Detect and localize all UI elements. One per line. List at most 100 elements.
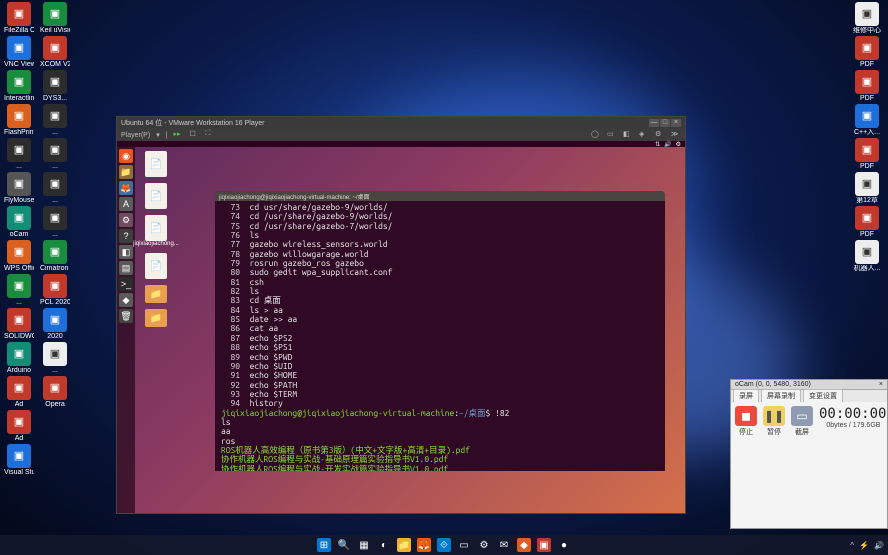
- ocam-stop-button[interactable]: ◼ 停止: [735, 406, 757, 437]
- ubuntu-terminal[interactable]: jiqixiaojiachong@jiqixiaojiachong-virtua…: [215, 191, 665, 471]
- vmware-close-button[interactable]: ×: [671, 119, 681, 127]
- desktop-icon[interactable]: ▣PDF: [852, 70, 882, 102]
- desktop-icon[interactable]: ▣...: [40, 138, 70, 170]
- vmware-snapshot-icon[interactable]: ☐: [190, 130, 200, 140]
- desktop-icon[interactable]: ▣...: [40, 206, 70, 238]
- taskbar-widgets-icon[interactable]: ◐: [377, 538, 391, 552]
- desktop-icon[interactable]: ▣...: [40, 172, 70, 204]
- desktop-icon[interactable]: ▣机器人...: [852, 240, 882, 272]
- taskbar-app-icon[interactable]: ◆: [517, 538, 531, 552]
- vmware-device-icon[interactable]: ◯: [591, 130, 601, 140]
- launcher-trash-icon[interactable]: 🗑: [119, 309, 133, 323]
- desktop-icon[interactable]: ▣WPS Office: [4, 240, 34, 272]
- desktop-icon[interactable]: ▣...: [4, 274, 34, 306]
- desktop-icon[interactable]: ▣VNC Viewer: [4, 36, 34, 68]
- launcher-app-icon[interactable]: ◆: [119, 293, 133, 307]
- desktop-icon[interactable]: ▣...: [40, 104, 70, 136]
- vmware-device-icon[interactable]: ◈: [639, 130, 649, 140]
- taskbar-app-icon[interactable]: ✉: [497, 538, 511, 552]
- taskbar-vscode-icon[interactable]: ⟐: [437, 538, 451, 552]
- desktop-icon[interactable]: ▣Opera: [40, 376, 70, 408]
- ocam-close-button[interactable]: ×: [879, 381, 883, 388]
- vmware-min-button[interactable]: —: [649, 119, 659, 127]
- windows-taskbar: ⊞ 🔍 ▦ ◐ 📁 🦊 ⟐ ▭ ⚙ ✉ ◆ ▣ ● ^ ⚡ 🔊: [0, 535, 888, 555]
- vmware-device-icon[interactable]: ⚙: [655, 130, 665, 140]
- desktop-icon[interactable]: ▣第12章: [852, 172, 882, 204]
- ubuntu-desktop-file[interactable]: 📄jiqixiaojiachong...: [139, 215, 173, 247]
- ocam-pause-button[interactable]: ❚❚ 暂停: [763, 406, 785, 437]
- desktop-icon[interactable]: ▣SOLIDWORKS: [4, 308, 34, 340]
- ocam-tab-record[interactable]: 录屏: [733, 389, 759, 402]
- desktop-icon[interactable]: ▣PDF: [852, 36, 882, 68]
- vmware-device-icon[interactable]: ▭: [607, 130, 617, 140]
- vmware-fullscreen-icon[interactable]: ⛶: [206, 130, 216, 140]
- desktop-icon[interactable]: ▣C++入...: [852, 104, 882, 136]
- tray-volume-icon[interactable]: 🔊: [874, 541, 884, 550]
- desktop-icon[interactable]: ▣...: [40, 342, 70, 374]
- desktop-icon[interactable]: ▣Visual Studio Code: [4, 444, 34, 476]
- taskbar-app-icon[interactable]: ⚙: [477, 538, 491, 552]
- taskbar-taskview-icon[interactable]: ▦: [357, 538, 371, 552]
- ubuntu-desktop-file[interactable]: 📁: [139, 309, 173, 327]
- desktop-icon[interactable]: ▣oCam: [4, 206, 34, 238]
- desktop-icon[interactable]: ▣Cimatron 2020: [40, 240, 70, 272]
- desktop-icon[interactable]: ▣PDF: [852, 138, 882, 170]
- launcher-software-icon[interactable]: A: [119, 197, 133, 211]
- taskbar-start-button[interactable]: ⊞: [317, 538, 331, 552]
- taskbar-tray[interactable]: ^ ⚡ 🔊: [850, 541, 884, 550]
- vmware-device-icon[interactable]: ≫: [671, 130, 681, 140]
- taskbar-app-icon[interactable]: ▭: [457, 538, 471, 552]
- launcher-app-icon[interactable]: ▤: [119, 261, 133, 275]
- taskbar-vmware-icon[interactable]: ▣: [537, 538, 551, 552]
- desktop-icon[interactable]: ▣PCL 2020: [40, 274, 70, 306]
- ubuntu-topbar[interactable]: ⇅ 🔊 ⚙: [117, 141, 685, 147]
- vmware-titlebar[interactable]: Ubuntu 64 位 - VMware Workstation 16 Play…: [117, 117, 685, 129]
- taskbar-search-icon[interactable]: 🔍: [337, 538, 351, 552]
- desktop-icon[interactable]: ▣PDF: [852, 206, 882, 238]
- desktop-icon[interactable]: ▣XCOM V2.2.exe: [40, 36, 70, 68]
- launcher-help-icon[interactable]: ?: [119, 229, 133, 243]
- ubuntu-indicator-network-icon[interactable]: ⇅: [655, 141, 660, 148]
- vmware-player-menu[interactable]: Player(P): [121, 132, 150, 139]
- terminal-titlebar[interactable]: jiqixiaojiachong@jiqixiaojiachong-virtua…: [215, 191, 665, 201]
- tray-wifi-icon[interactable]: ⚡: [859, 541, 869, 550]
- launcher-firefox-icon[interactable]: 🦊: [119, 181, 133, 195]
- ocam-tab-screen[interactable]: 屏幕录制: [761, 389, 801, 402]
- launcher-files-icon[interactable]: 📁: [119, 165, 133, 179]
- vmware-play-icon[interactable]: ▸▸: [174, 130, 184, 140]
- desktop-icon[interactable]: ▣FlyMouse: [4, 172, 34, 204]
- desktop-icon[interactable]: ▣Arduino: [4, 342, 34, 374]
- vmware-device-icon[interactable]: ◧: [623, 130, 633, 140]
- desktop-icon[interactable]: ▣DYS3...: [40, 70, 70, 102]
- launcher-dash-icon[interactable]: ◉: [119, 149, 133, 163]
- ubuntu-desktop-file[interactable]: 📄: [139, 253, 173, 279]
- taskbar-explorer-icon[interactable]: 📁: [397, 538, 411, 552]
- app-icon: ▣: [43, 2, 67, 26]
- app-icon: ▣: [43, 138, 67, 162]
- desktop-icon[interactable]: ▣Ad: [4, 410, 34, 442]
- launcher-settings-icon[interactable]: ⚙: [119, 213, 133, 227]
- app-icon: ▣: [43, 172, 67, 196]
- launcher-terminal-icon[interactable]: >_: [119, 277, 133, 291]
- ubuntu-indicator-power-icon[interactable]: ⚙: [676, 141, 681, 148]
- desktop-icon[interactable]: ▣FileZilla Client: [4, 2, 34, 34]
- launcher-app-icon[interactable]: ◧: [119, 245, 133, 259]
- ubuntu-desktop-file[interactable]: 📁: [139, 285, 173, 303]
- taskbar-ocam-icon[interactable]: ●: [557, 538, 571, 552]
- desktop-icon[interactable]: ▣Interactlink: [4, 70, 34, 102]
- ubuntu-desktop-file[interactable]: 📄: [139, 151, 173, 177]
- desktop-icon[interactable]: ▣2020: [40, 308, 70, 340]
- desktop-icon[interactable]: ▣维修中心: [852, 2, 882, 34]
- desktop-icon[interactable]: ▣...: [4, 138, 34, 170]
- ocam-tab-settings[interactable]: 变更设置: [803, 389, 843, 402]
- tray-chevron-icon[interactable]: ^: [850, 541, 854, 550]
- ubuntu-indicator-sound-icon[interactable]: 🔊: [664, 141, 671, 148]
- desktop-icon[interactable]: ▣Keil uVision5: [40, 2, 70, 34]
- terminal-body[interactable]: 73 cd usr/share/gazebo-9/worlds/ 74 cd /…: [215, 201, 665, 471]
- desktop-icon[interactable]: ▣FlashPrint: [4, 104, 34, 136]
- vmware-max-button[interactable]: □: [660, 119, 670, 127]
- ubuntu-desktop-file[interactable]: 📄: [139, 183, 173, 209]
- desktop-icon[interactable]: ▣Ad: [4, 376, 34, 408]
- ocam-screenshot-button[interactable]: ▭ 截屏: [791, 406, 813, 437]
- taskbar-firefox-icon[interactable]: 🦊: [417, 538, 431, 552]
